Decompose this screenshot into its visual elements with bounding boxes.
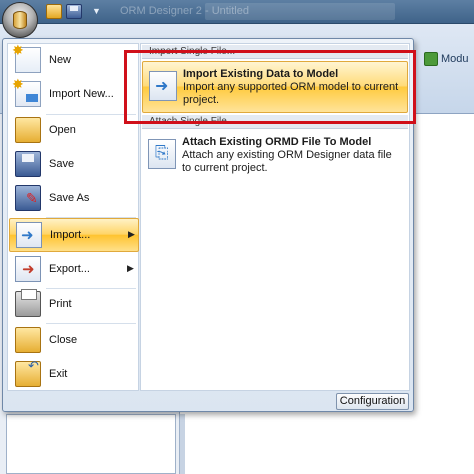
menu-item-import[interactable]: Import... ▶ [9, 218, 139, 252]
menu-item-label: Export... [49, 263, 90, 275]
ribbon-module-button[interactable]: Modu [424, 50, 469, 68]
floppy-disk-icon [15, 151, 41, 177]
menu-item-label: Close [49, 334, 78, 346]
submenu-arrow-icon: ▶ [127, 263, 134, 273]
submenu-item-description: Attach any existing ORM Designer data fi… [182, 149, 392, 174]
menu-item-close[interactable]: Close [9, 324, 139, 358]
submenu-item-title: Attach Existing ORMD File To Model [182, 136, 372, 148]
menu-item-import-new[interactable]: Import New... [9, 76, 139, 112]
import-icon [16, 222, 42, 248]
application-menu-commands: New Import New... Open Save Save As Impo… [7, 42, 139, 392]
quick-open-icon[interactable] [46, 4, 62, 19]
submenu-item-description: Import any supported ORM model to curren… [183, 81, 399, 106]
submenu-section-header: Attach Single File [142, 115, 408, 129]
menu-item-print[interactable]: Print [9, 288, 139, 322]
pane-splitter[interactable] [180, 414, 185, 474]
menu-item-label: Save As [49, 192, 90, 204]
application-menu: New Import New... Open Save Save As Impo… [2, 38, 414, 412]
menu-item-label: Exit [49, 368, 68, 380]
printer-icon [15, 289, 41, 317]
new-document-icon [12, 42, 41, 73]
folder-open-icon [15, 117, 41, 143]
module-icon [424, 52, 438, 66]
menu-item-export[interactable]: Export... ▶ [9, 253, 139, 287]
menu-item-label: New [49, 54, 72, 66]
menu-item-label: Import... [50, 229, 91, 241]
submenu-section-header: Import Single File... [142, 45, 408, 59]
quick-save-icon[interactable] [66, 4, 82, 19]
menu-item-exit[interactable]: Exit [9, 358, 139, 392]
menu-item-save[interactable]: Save [9, 148, 139, 182]
ribbon-module-label: Modu [441, 53, 469, 65]
menu-item-label: Save [49, 158, 75, 170]
menu-item-label: Import New... [49, 88, 114, 100]
quick-access-dropdown-icon[interactable]: ▼ [92, 6, 101, 16]
export-icon [15, 256, 41, 282]
import-arrow-icon [149, 71, 177, 101]
project-tree[interactable] [6, 414, 176, 474]
save-as-icon [15, 185, 41, 211]
application-button[interactable] [2, 2, 38, 38]
database-icon [13, 11, 27, 29]
menu-item-label: Print [49, 298, 72, 310]
submenu-arrow-icon: ▶ [128, 229, 135, 239]
attach-existing-ormd-item[interactable]: Attach Existing ORMD File To Model Attac… [142, 130, 408, 182]
import-existing-data-item[interactable]: Import Existing Data to Model Import any… [142, 61, 408, 113]
menu-item-save-as[interactable]: Save As [9, 182, 139, 216]
import-new-icon [12, 76, 41, 107]
menu-item-new[interactable]: New [9, 42, 139, 78]
menu-item-label: Open [49, 124, 76, 136]
attach-file-icon [148, 139, 176, 169]
configuration-button[interactable]: Configuration [336, 393, 409, 410]
exit-icon [15, 358, 41, 387]
folder-close-icon [15, 327, 41, 353]
submenu-item-title: Import Existing Data to Model [183, 68, 339, 80]
title-bar: ▼ ORM Designer 2 - Untitled [0, 0, 474, 24]
window-title: ORM Designer 2 - Untitled [120, 5, 249, 17]
menu-item-open[interactable]: Open [9, 114, 139, 148]
import-submenu: Import Single File... Import Existing Da… [140, 43, 410, 391]
